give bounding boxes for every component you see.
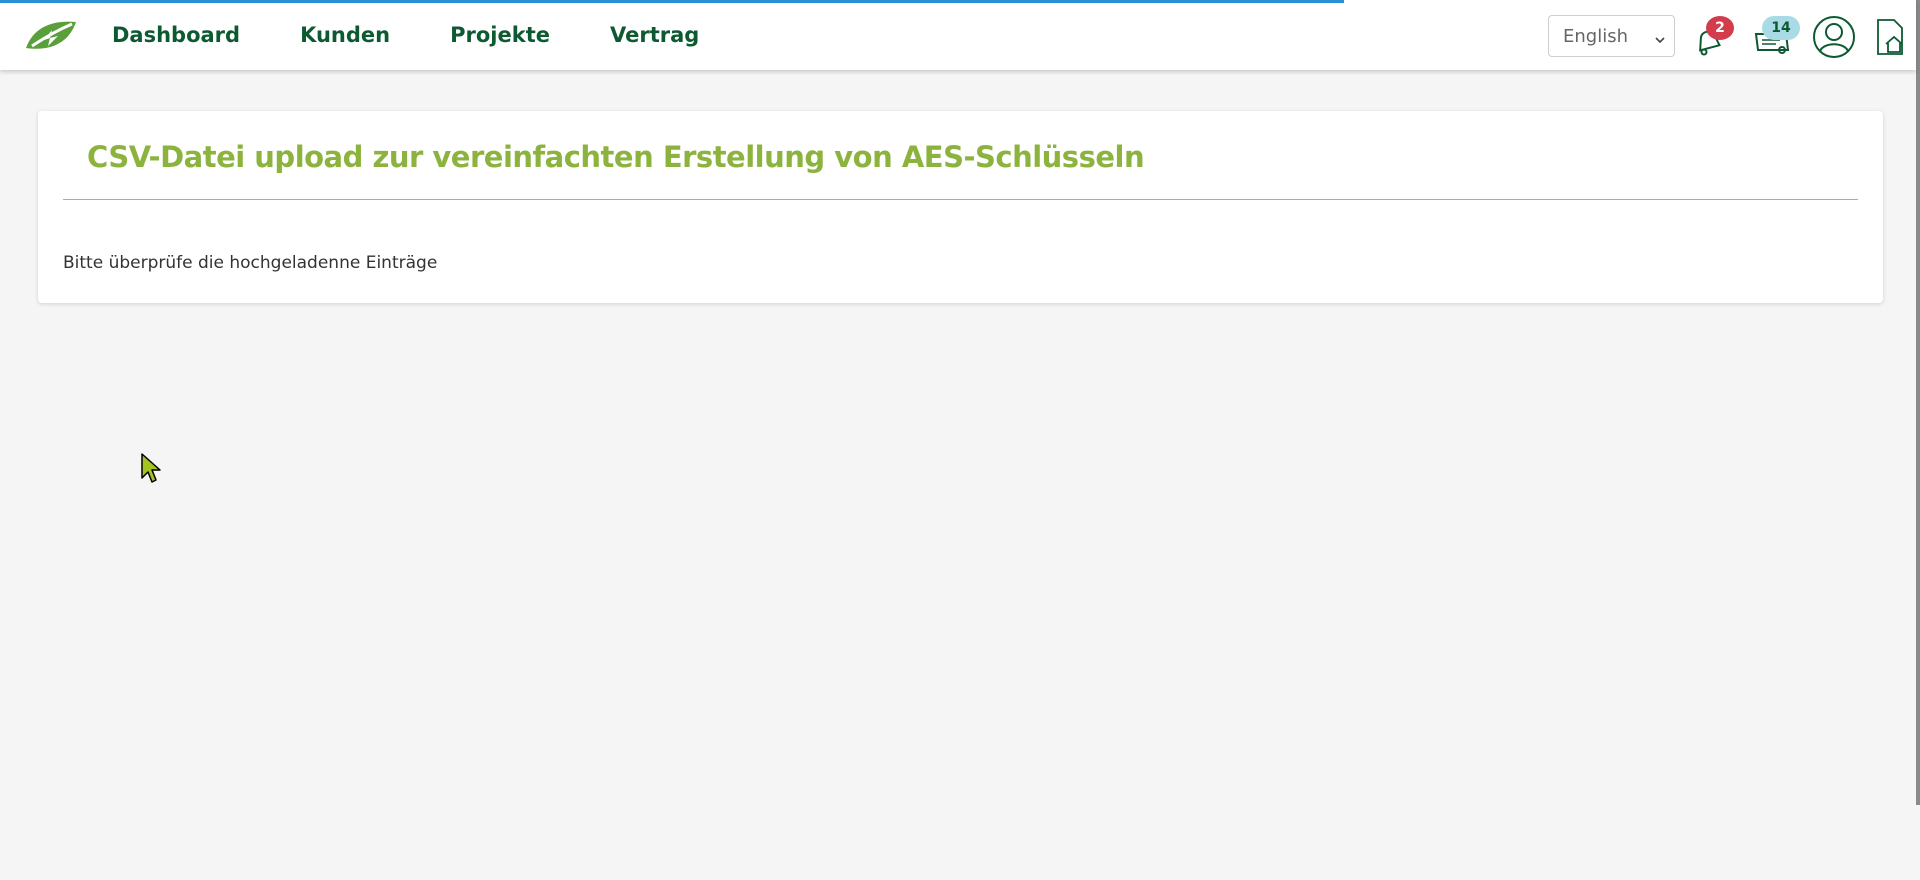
nav-link-projekte[interactable]: Projekte [450, 23, 550, 47]
notifications-button[interactable]: 2 [1690, 16, 1734, 58]
main-navigation: Dashboard Kunden Projekte Vertrag [112, 0, 759, 70]
profile-button[interactable] [1812, 15, 1856, 59]
vertical-scrollbar[interactable] [1916, 0, 1920, 805]
notifications-count-badge: 2 [1706, 16, 1734, 40]
mouse-cursor-icon [140, 452, 162, 484]
csv-upload-card: CSV-Datei upload zur vereinfachten Erste… [38, 111, 1883, 303]
brand-logo-icon[interactable] [24, 18, 78, 54]
page-title: CSV-Datei upload zur vereinfachten Erste… [87, 140, 1145, 174]
nav-link-dashboard[interactable]: Dashboard [112, 23, 240, 47]
nav-link-kunden[interactable]: Kunden [300, 23, 390, 47]
language-select[interactable]: English [1548, 15, 1675, 57]
language-select-value: English [1563, 25, 1628, 47]
nav-link-vertrag[interactable]: Vertrag [610, 23, 699, 47]
news-count-badge: 14 [1762, 16, 1800, 40]
home-button[interactable] [1874, 18, 1906, 56]
top-navbar: Dashboard Kunden Projekte Vertrag Englis… [0, 0, 1916, 70]
page-loading-progress-bar [0, 0, 1344, 3]
review-instruction-text: Bitte überprüfe die hochgeladenne Einträ… [63, 253, 438, 273]
title-divider [63, 199, 1858, 200]
home-document-icon [1874, 19, 1906, 60]
news-button[interactable]: 14 [1750, 16, 1800, 58]
chevron-down-icon [1654, 30, 1666, 44]
user-avatar-icon [1812, 16, 1856, 63]
